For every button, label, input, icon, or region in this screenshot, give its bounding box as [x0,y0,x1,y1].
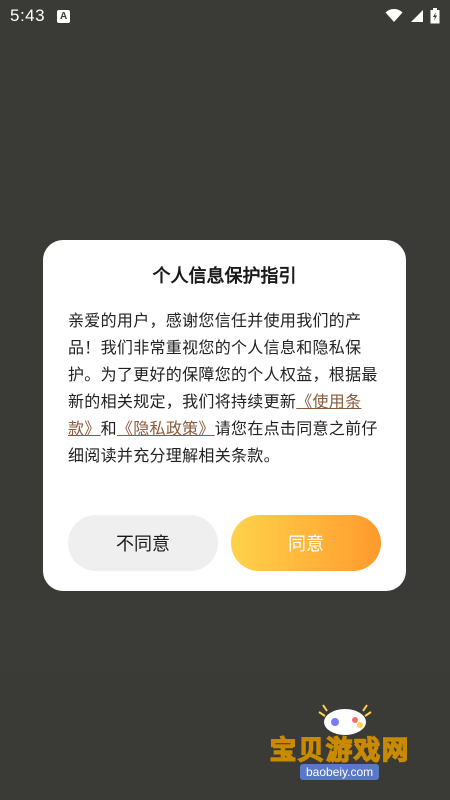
wifi-icon [385,9,403,22]
watermark-url: baobeiy.com [300,764,380,780]
status-icons [385,8,440,24]
signal-icon [411,10,423,22]
status-time: 5:43 [10,6,46,25]
dialog-title: 个人信息保护指引 [152,266,297,287]
notification-icon: A [57,9,71,23]
dialog-buttons: 不同意 同意 [68,515,381,571]
disagree-button[interactable]: 不同意 [68,515,218,571]
privacy-dialog: 个人信息保护指引 亲爱的用户，感谢您信任并使用我们的产品！我们非常重视您的个人信… [43,240,406,591]
privacy-policy-link[interactable]: 《隐私政策》 [117,419,215,438]
agree-button[interactable]: 同意 [231,515,381,571]
watermark-text: 宝贝游戏网 [269,735,411,767]
watermark: 宝贝游戏网 baobeiy.com [269,700,420,790]
battery-icon [430,8,440,24]
dialog-body: 亲爱的用户，感谢您信任并使用我们的产品！我们非常重视您的个人信息和隐私保护。为了… [68,307,381,469]
body-connector: 和 [100,419,117,438]
status-bar: 5:43 A [0,0,450,32]
background-content-block [0,600,450,670]
